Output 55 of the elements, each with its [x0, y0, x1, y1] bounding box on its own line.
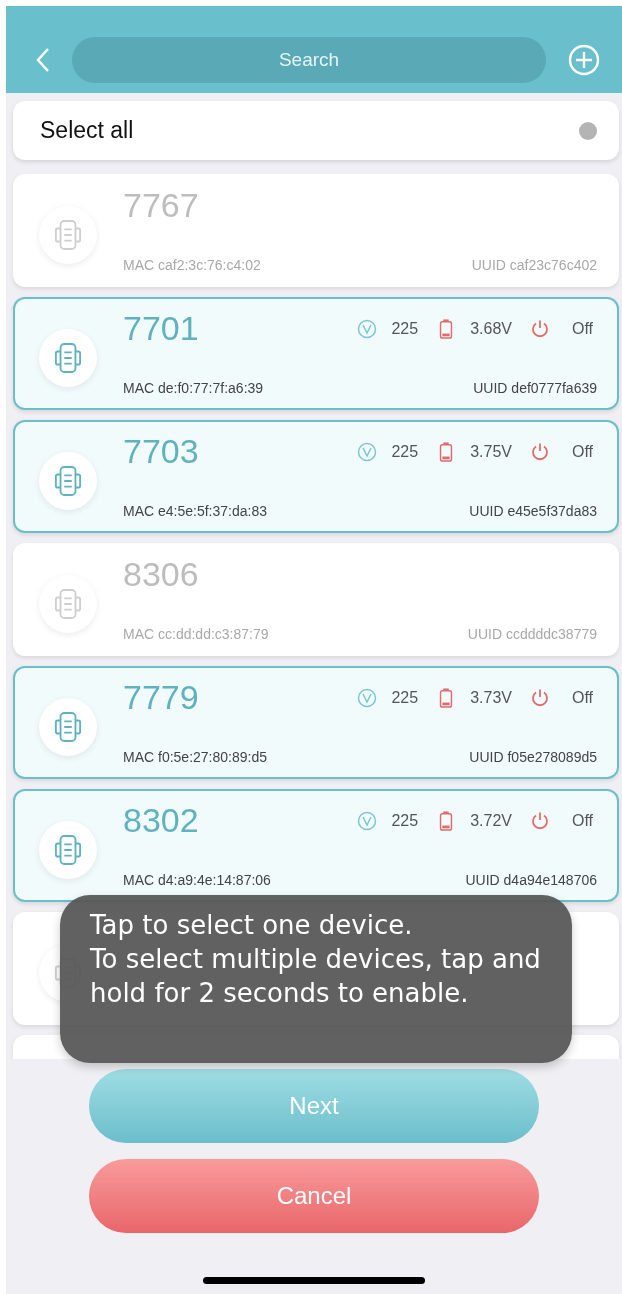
search-field[interactable]: Search [72, 36, 546, 83]
device-card[interactable]: 7701 225 3.68V Off MAC de:f0:77:7f:a6:39 UUID def0777fa639 [13, 297, 619, 410]
power-status: Off [571, 442, 593, 461]
power-icon [529, 318, 550, 339]
select-all-row[interactable]: Select all [13, 101, 619, 160]
v-circle-icon [357, 687, 378, 708]
uuid-value: UUID d4a94e148706 [465, 872, 597, 888]
version-value: 225 [391, 319, 419, 338]
device-card[interactable]: 7779 225 3.73V Off MAC f0:5e:27:80:89:d5 UUID f05e278089d5 [13, 666, 619, 779]
device-card[interactable]: 8302 225 3.72V Off MAC d4:a9:4e:14:87:06 UUID d4a94e148706 [13, 789, 619, 902]
power-status: Off [571, 688, 593, 707]
power-status: Off [571, 319, 593, 338]
v-circle-icon [357, 318, 378, 339]
device-icon [39, 697, 97, 756]
device-icon [39, 820, 97, 879]
power-status: Off [571, 811, 593, 830]
uuid-value: UUID e45e5f37da83 [469, 503, 597, 519]
device-name: 8306 [123, 555, 199, 594]
device-name: 7779 [123, 678, 199, 717]
mac-address: MAC d4:a9:4e:14:87:06 [123, 872, 271, 888]
power-icon [529, 810, 550, 831]
hint-toast: Tap to select one device. To select multiple devices, tap and hold for 2 seconds to enable. [60, 895, 572, 1063]
v-circle-icon [357, 810, 378, 831]
voltage-value: 3.73V [470, 688, 512, 707]
version-value: 225 [391, 442, 419, 461]
power-icon [529, 687, 550, 708]
uuid-value: UUID def0777fa639 [473, 380, 597, 396]
device-card[interactable]: 7703 225 3.75V Off MAC e4:5e:5f:37:da:83 UUID e45e5f37da83 [13, 420, 619, 533]
device-name: 7701 [123, 309, 199, 348]
uuid-value: UUID caf23c76c402 [471, 257, 597, 273]
version-value: 225 [391, 688, 419, 707]
mac-address: MAC caf2:3c:76:c4:02 [123, 257, 261, 273]
mac-address: MAC f0:5e:27:80:89:d5 [123, 749, 267, 765]
select-all-radio[interactable] [579, 121, 597, 140]
device-icon [39, 451, 97, 510]
power-icon [529, 441, 550, 462]
mac-address: MAC de:f0:77:7f:a6:39 [123, 380, 264, 396]
back-icon[interactable] [36, 46, 50, 73]
add-icon[interactable] [568, 43, 600, 76]
device-name: 8302 [123, 801, 199, 840]
version-value: 225 [391, 811, 419, 830]
v-circle-icon [357, 441, 378, 462]
voltage-value: 3.68V [470, 319, 512, 338]
voltage-value: 3.75V [470, 442, 512, 461]
device-icon [39, 574, 97, 633]
select-all-label: Select all [40, 117, 134, 144]
device-name: 7767 [123, 186, 199, 225]
device-icon [39, 205, 97, 264]
voltage-value: 3.72V [470, 811, 512, 830]
device-icon [39, 328, 97, 387]
mac-address: MAC e4:5e:5f:37:da:83 [123, 503, 267, 519]
mac-address: MAC cc:dd:dd:c3:87:79 [123, 626, 269, 642]
uuid-value: UUID ccddddc38779 [467, 626, 597, 642]
device-name: 7703 [123, 432, 199, 471]
uuid-value: UUID f05e278089d5 [469, 749, 597, 765]
